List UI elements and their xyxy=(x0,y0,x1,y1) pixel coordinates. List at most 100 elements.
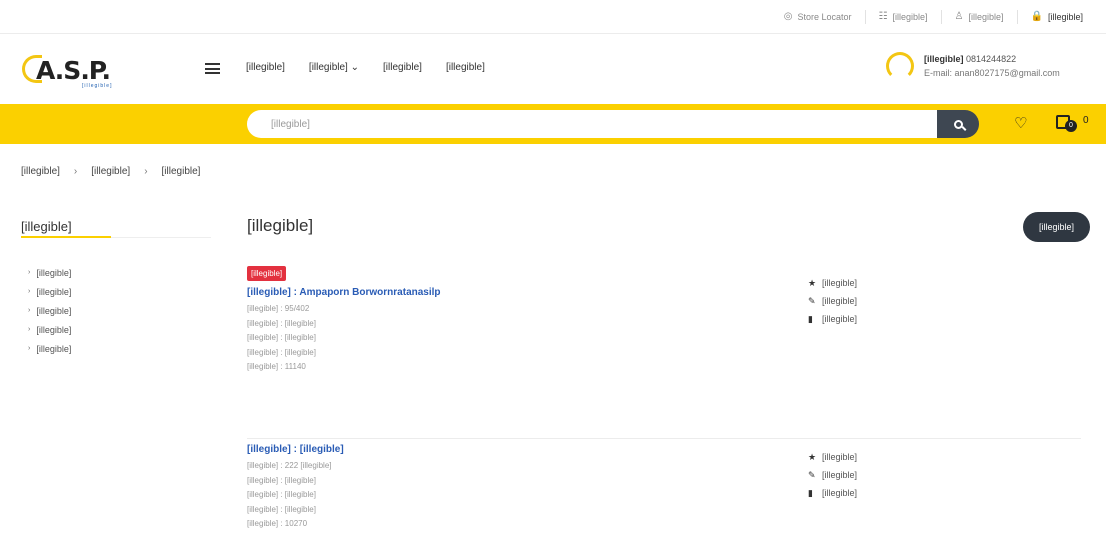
sidebar-title: [illegible] xyxy=(21,219,72,234)
account-link[interactable]: ♙ [illegible] xyxy=(940,9,1017,24)
edit-icon: ✎ xyxy=(808,295,816,306)
set-default-label: [illegible] xyxy=(822,452,858,462)
nav-products-label: [illegible] xyxy=(308,62,348,73)
trash-icon: ▮ xyxy=(808,313,813,324)
set-default-action[interactable]: ★ [illegible] xyxy=(808,274,857,292)
sidebar-item-label: [illegible] xyxy=(36,286,72,297)
nav-products[interactable]: [illegible] ⌄ xyxy=(309,62,359,73)
breadcrumb-separator-icon: › xyxy=(144,166,148,177)
edit-address-action[interactable]: ✎ [illegible] xyxy=(808,466,857,484)
search-input[interactable]: [illegible] xyxy=(247,110,939,138)
logout-label: [illegible] xyxy=(1047,11,1083,22)
address-line: [illegible] : [illegible] xyxy=(247,347,316,357)
delete-address-action[interactable]: ▮ [illegible] xyxy=(808,310,857,328)
address-line: [illegible] : [illegible] xyxy=(247,490,316,499)
location-pin-icon: ◎ xyxy=(783,10,793,22)
store-locator-label: Store Locator xyxy=(797,11,852,22)
cart-badge: 0 xyxy=(1065,120,1077,132)
sidebar-item-address[interactable]: › [illegible] xyxy=(28,282,71,301)
address-actions: ★ [illegible] ✎ [illegible] ▮ [illegible] xyxy=(808,274,857,328)
contact-label: [illegible] xyxy=(924,54,964,64)
delete-label: [illegible] xyxy=(822,314,858,324)
star-icon: ★ xyxy=(808,451,817,462)
track-order-icon: ☷ xyxy=(878,10,888,22)
chevron-right-icon: › xyxy=(28,307,31,314)
edit-icon: ✎ xyxy=(808,469,816,480)
edit-address-action[interactable]: ✎ [illegible] xyxy=(808,292,857,310)
account-label: [illegible] xyxy=(968,11,1004,22)
address-line: [illegible] : 10270 xyxy=(247,519,308,528)
chevron-right-icon: › xyxy=(28,288,31,295)
nav-promotions[interactable]: [illegible] xyxy=(383,62,422,73)
address-line: [illegible] : 95/402 xyxy=(247,304,310,313)
sidebar-item-label: [illegible] xyxy=(36,305,72,316)
contact-email: E-mail: anan8027175@gmail.com xyxy=(924,68,1060,78)
breadcrumb-account[interactable]: [illegible] xyxy=(91,166,130,177)
trash-icon: ▮ xyxy=(808,487,813,498)
logo-subtext: [illegible] xyxy=(82,83,113,89)
edit-label: [illegible] xyxy=(822,470,858,480)
add-address-button[interactable]: [illegible] xyxy=(1023,212,1090,242)
sidebar-item-logout[interactable]: › [illegible] xyxy=(28,339,71,358)
sidebar-item-history[interactable]: › [illegible] xyxy=(28,263,71,282)
lock-icon: 🔒 xyxy=(1030,10,1043,22)
logo-text: A.S.P. xyxy=(36,56,111,85)
address-line: [illegible] : 11140 xyxy=(247,362,306,371)
logout-link[interactable]: 🔒 [illegible] xyxy=(1016,9,1096,24)
breadcrumb: [illegible] › [illegible] › [illegible] xyxy=(21,166,200,177)
sidebar-item-label: [illegible] xyxy=(36,267,72,278)
sidebar-divider xyxy=(111,237,211,238)
headset-icon xyxy=(886,52,914,80)
contact-info: [illegible] 0814244822 E-mail: anan80271… xyxy=(886,48,1096,88)
address-line: [illegible] : [illegible] xyxy=(247,504,316,514)
set-default-action[interactable]: ★ [illegible] xyxy=(808,448,857,466)
sidebar-title-underline xyxy=(21,236,111,238)
sidebar-item-wishlist[interactable]: › [illegible] xyxy=(28,301,71,320)
search-button[interactable] xyxy=(937,110,979,138)
address-line: [illegible] : [illegible] xyxy=(247,318,316,328)
address-line: [illegible] : [illegible] xyxy=(247,475,316,485)
delete-address-action[interactable]: ▮ [illegible] xyxy=(808,484,857,502)
address-actions: ★ [illegible] ✎ [illegible] ▮ [illegible] xyxy=(808,448,857,502)
nav-contact[interactable]: [illegible] xyxy=(446,62,485,73)
wishlist-heart-icon[interactable]: ♡ xyxy=(1014,114,1027,132)
search-placeholder: [illegible] xyxy=(271,118,310,130)
site-logo[interactable]: A.S.P. [illegible] xyxy=(22,54,142,90)
set-default-label: [illegible] xyxy=(822,278,858,288)
account-sidebar-menu: › [illegible] › [illegible] › [illegible] ›… xyxy=(28,263,71,358)
nav-home[interactable]: [illegible] xyxy=(246,62,285,73)
delete-label: [illegible] xyxy=(822,488,858,498)
cart-button[interactable]: 0 0 xyxy=(1054,112,1094,134)
site-header: A.S.P. [illegible] [illegible] [illegibl… xyxy=(0,34,1106,104)
address-details: [illegible] : 222 [illegible] [illegible… xyxy=(247,459,1081,532)
search-icon xyxy=(953,119,963,129)
address-recipient-name[interactable]: [illegible] : Ampaporn Borwornratanasilp xyxy=(247,287,1081,298)
page-title: [illegible] xyxy=(247,216,314,235)
address-line: [illegible] : [illegible] xyxy=(247,333,316,342)
chevron-right-icon: › xyxy=(28,345,31,352)
top-utility-bar: ◎ Store Locator ☷ [illegible] ♙ [illegib… xyxy=(0,0,1106,34)
breadcrumb-current: [illegible] xyxy=(161,166,201,177)
chevron-right-icon: › xyxy=(28,326,31,333)
main-nav: [illegible] [illegible] ⌄ [illegible] [i… xyxy=(246,62,485,73)
address-recipient-name[interactable]: [illegible] : [illegible] xyxy=(247,444,1081,455)
cart-count: 0 xyxy=(1083,115,1089,126)
track-order-link[interactable]: ☷ [illegible] xyxy=(864,9,941,24)
track-order-label: [illegible] xyxy=(892,11,928,22)
star-icon: ★ xyxy=(808,277,817,288)
store-locator-link[interactable]: ◎ Store Locator xyxy=(771,10,865,24)
menu-hamburger-icon[interactable] xyxy=(205,63,220,74)
breadcrumb-separator-icon: › xyxy=(73,166,78,177)
breadcrumb-home[interactable]: [illegible] xyxy=(21,166,60,177)
contact-phone-line: [illegible] 0814244822 xyxy=(924,54,1016,64)
sidebar-item-label: [illegible] xyxy=(36,324,72,335)
chevron-down-icon: ⌄ xyxy=(350,62,360,73)
contact-phone: 0814244822 xyxy=(966,54,1017,64)
chevron-right-icon: › xyxy=(28,269,31,276)
address-card: [illegible] : [illegible] [illegible] : … xyxy=(247,444,1081,555)
address-card: [illegible] [illegible] : Ampaporn Borwo… xyxy=(247,266,1081,439)
user-icon: ♙ xyxy=(954,10,964,22)
sidebar-item-label: [illegible] xyxy=(36,343,72,354)
address-line: [illegible] : 222 [illegible] xyxy=(247,461,332,470)
sidebar-item-orders[interactable]: › [illegible] xyxy=(28,320,71,339)
